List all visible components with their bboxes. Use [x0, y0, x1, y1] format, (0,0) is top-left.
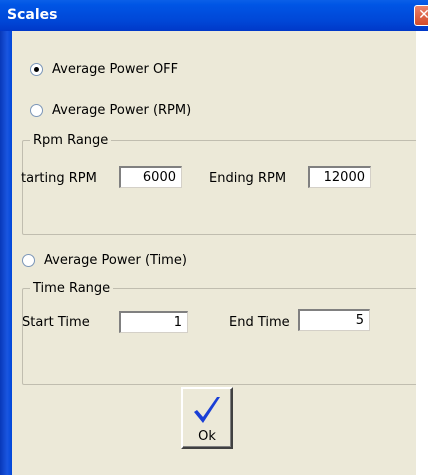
start-time-field[interactable]: 1	[119, 311, 188, 333]
dialog-body: Average Power OFF Average Power (RPM) Rp…	[12, 31, 424, 475]
radio-label: Average Power OFF	[52, 62, 179, 77]
title-bar[interactable]: Scales ✕	[0, 0, 428, 31]
starting-rpm-field[interactable]: 6000	[119, 166, 182, 188]
end-time-label: End Time	[229, 315, 290, 330]
window-title: Scales	[7, 7, 58, 23]
end-time-field[interactable]: 5	[298, 309, 370, 331]
window-frame-left	[0, 31, 12, 475]
radio-label: Average Power (RPM)	[52, 103, 192, 118]
close-button[interactable]: ✕	[414, 5, 428, 26]
radio-button[interactable]	[30, 63, 43, 76]
radio-average-power-rpm[interactable]: Average Power (RPM)	[30, 103, 191, 118]
time-range-legend: Time Range	[33, 281, 111, 296]
start-time-label: Start Time	[22, 315, 90, 330]
checkmark-icon	[194, 397, 220, 423]
time-range-group: Time Range	[22, 281, 424, 385]
starting-rpm-label: tarting RPM	[21, 171, 97, 186]
close-icon: ✕	[418, 7, 428, 23]
ok-button-label: Ok	[198, 429, 216, 444]
radio-average-power-time[interactable]: Average Power (Time)	[22, 253, 187, 268]
window-frame-right	[416, 31, 428, 475]
radio-average-power-off[interactable]: Average Power OFF	[30, 62, 178, 77]
radio-label: Average Power (Time)	[44, 253, 187, 268]
radio-button[interactable]	[22, 254, 35, 267]
ending-rpm-label: Ending RPM	[209, 171, 287, 186]
radio-button[interactable]	[30, 104, 43, 117]
rpm-range-legend: Rpm Range	[33, 133, 109, 148]
ending-rpm-field[interactable]: 12000	[308, 166, 371, 188]
ok-button[interactable]: Ok	[181, 387, 233, 449]
